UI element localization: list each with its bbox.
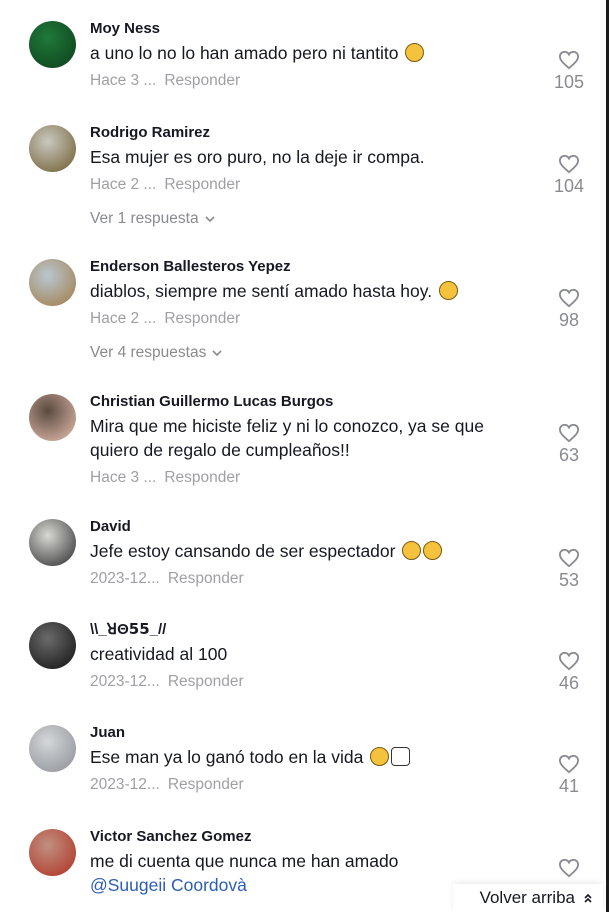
comment-meta: 2023-12... Responder [90,775,530,795]
like-count: 98 [558,310,580,330]
like-button[interactable]: 63 [553,423,585,466]
back-to-top-button[interactable]: Volver arriba [453,884,603,912]
avatar[interactable] [29,21,76,68]
comment-text-content: diablos, siempre me sentí amado hasta ho… [90,281,433,301]
heart-icon [553,50,585,70]
pointing-hand-emoji-icon [391,747,411,766]
username[interactable]: David [90,518,530,536]
timestamp: 2023-12... [90,673,160,690]
comment-text-content: Mira que me hiciste feliz y ni lo conozc… [90,416,484,460]
avatar[interactable] [29,519,76,566]
timestamp: 2023-12... [90,776,160,793]
comment-body: Christian Guillermo Lucas Burgos Mira que… [90,393,530,488]
timestamp: Hace 3 ... [90,72,157,89]
like-button[interactable]: 46 [553,651,585,694]
chevron-down-icon [205,209,215,229]
pleading-face-emoji-icon [423,541,443,560]
comment-text-content: a uno lo no lo han amado pero ni tantito [90,43,399,63]
avatar[interactable] [29,125,76,172]
comment-text: a uno lo no lo han amado pero ni tantito [90,41,530,65]
mention-link[interactable]: @Suugeii Coordovà [90,875,247,895]
reply-button[interactable]: Responder [164,72,240,89]
timestamp: Hace 2 ... [90,310,157,327]
reply-button[interactable]: Responder [168,776,244,793]
pleading-face-emoji-icon [402,541,422,560]
heart-icon [553,154,585,174]
like-count: 63 [558,445,580,465]
reply-button[interactable]: Responder [168,673,244,690]
like-count: 104 [553,176,585,196]
comment-body: \\_ꓤΘ𝟱𝟱_// creatividad al 100 2023-12... Re… [90,621,530,692]
like-count: 53 [558,570,580,590]
comment-body: Rodrigo Ramirez Esa mujer es oro puro, no… [90,124,530,229]
avatar[interactable] [29,725,76,772]
comment-text-content: Ese man ya lo ganó todo en la vida [90,747,364,767]
reply-button[interactable]: Responder [164,469,240,486]
comment-text: creatividad al 100 [90,642,530,666]
username[interactable]: Enderson Ballesteros Yepez [90,258,530,276]
comment-text-content: me di cuenta que nunca me han amado [90,851,399,871]
reply-button[interactable]: Responder [164,310,240,327]
timestamp: 2023-12... [90,570,160,587]
heart-icon [553,754,585,774]
comment-meta: Hace 3 ... Responder [90,468,530,488]
comment-meta: 2023-12... Responder [90,569,530,589]
like-button[interactable]: 105 [553,50,585,93]
chevron-down-icon [212,343,222,363]
comment-text-content: Jefe estoy cansando de ser espectador [90,541,396,561]
heart-icon [553,858,585,878]
comment-body: Enderson Ballesteros Yepez diablos, siemp… [90,258,530,363]
heart-icon [553,423,585,443]
comment-text: Mira que me hiciste feliz y ni lo conozc… [90,414,530,462]
like-count: 105 [553,72,585,92]
like-button[interactable]: 104 [553,154,585,197]
comment-body: Juan Ese man ya lo ganó todo en la vida 2… [90,724,530,795]
comment-text: diablos, siempre me sentí amado hasta ho… [90,279,530,303]
avatar[interactable] [29,829,76,876]
username[interactable]: Victor Sanchez Gomez [90,828,530,846]
comment-body: Moy Ness a uno lo no lo han amado pero ni… [90,20,530,91]
username[interactable]: Christian Guillermo Lucas Burgos [90,393,530,411]
comment-text: Esa mujer es oro puro, no la deje ir com… [90,145,530,169]
username[interactable]: Moy Ness [90,20,530,38]
reply-button[interactable]: Responder [164,176,240,193]
like-button[interactable] [553,858,585,878]
username[interactable]: Juan [90,724,530,742]
comment-meta: Hace 3 ... Responder [90,71,530,91]
view-replies-label: Ver 1 respuesta [90,210,199,227]
username[interactable]: Rodrigo Ramirez [90,124,530,142]
username[interactable]: \\_ꓤΘ𝟱𝟱_// [90,621,530,639]
comment-text: Jefe estoy cansando de ser espectador [90,539,530,563]
view-replies-button[interactable]: Ver 4 respuestas [90,343,222,363]
comment-text: Ese man ya lo ganó todo en la vida [90,745,530,769]
like-count: 46 [558,673,580,693]
comment-body: David Jefe estoy cansando de ser espectad… [90,518,530,589]
like-button[interactable]: 41 [553,754,585,797]
comment-meta: Hace 2 ... Responder [90,309,530,329]
like-count: 41 [558,776,580,796]
heart-icon [553,288,585,308]
like-button[interactable]: 53 [553,548,585,591]
comment-text-content: creatividad al 100 [90,644,228,664]
timestamp: Hace 2 ... [90,176,157,193]
comment-meta: 2023-12... Responder [90,672,530,692]
avatar[interactable] [29,259,76,306]
reply-button[interactable]: Responder [168,570,244,587]
disappointed-face-emoji-icon [405,43,425,62]
view-replies-button[interactable]: Ver 1 respuesta [90,209,215,229]
heart-icon [553,651,585,671]
view-replies-label: Ver 4 respuestas [90,344,207,361]
back-to-top-label: Volver arriba [479,888,575,907]
avatar[interactable] [29,622,76,669]
upside-down-face-emoji-icon [438,281,458,300]
avatar[interactable] [29,394,76,441]
comment-text-content: Esa mujer es oro puro, no la deje ir com… [90,147,425,167]
double-chevron-up-icon [584,893,592,903]
timestamp: Hace 3 ... [90,469,157,486]
heart-icon [553,548,585,568]
like-button[interactable]: 98 [553,288,585,331]
comment-meta: Hace 2 ... Responder [90,175,530,195]
astonished-face-emoji-icon [370,747,390,766]
